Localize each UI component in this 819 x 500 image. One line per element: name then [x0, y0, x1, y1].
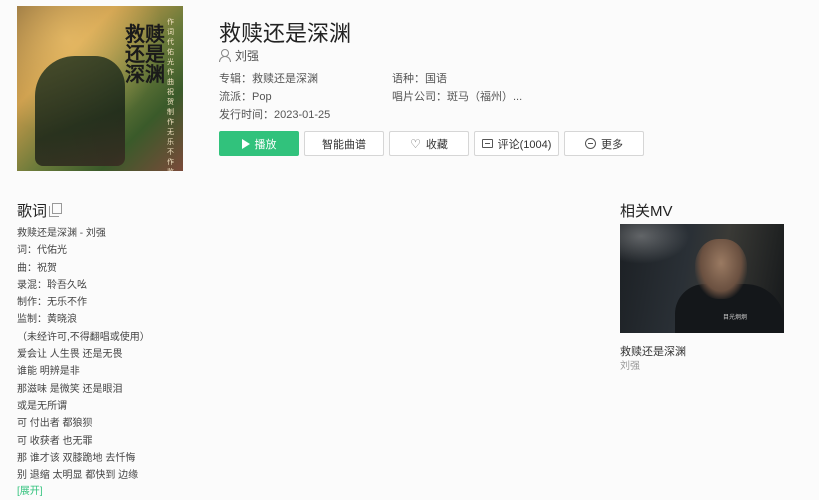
- comment-icon: [481, 139, 493, 148]
- lyric-line: 那滋味 是微笑 还是眼泪: [17, 383, 123, 395]
- play-label: 播放: [254, 138, 277, 151]
- lyric-line: 监制：黄晓浪: [17, 314, 77, 326]
- album-cover[interactable]: 救赎还是深渊 作词 代佑光 作曲 祝贺 制作 无乐不作 监制 黄晓浪: [17, 6, 183, 171]
- cover-credits: 作词 代佑光 作曲 祝贺 制作 无乐不作 监制 黄晓浪: [167, 19, 174, 171]
- lyric-line: 录混：聆吾久吆: [17, 279, 87, 291]
- lyric-line: 可 收获者 也无罪: [17, 435, 93, 447]
- mv-thumb-light: [620, 224, 690, 264]
- meta-record-label: 唱片公司：斑马（福州）...: [392, 88, 522, 104]
- song-title: 救赎还是深渊: [219, 21, 352, 46]
- smart-score-label: 智能曲谱: [322, 138, 366, 151]
- meta-language: 语种：国语: [392, 70, 447, 86]
- lyric-line: 可 付出者 都狼狈: [17, 418, 93, 430]
- meta-genre-value: Pop: [252, 91, 272, 103]
- mv-artist-link[interactable]: 刘强: [620, 357, 640, 372]
- mv-thumb-caption: 目光炯炯: [723, 315, 748, 321]
- meta-album: 专辑：救赎还是深渊: [219, 70, 318, 86]
- meta-album-label: 专辑：: [219, 73, 252, 85]
- meta-language-value: 国语: [425, 73, 447, 85]
- cover-calligraphy: 救赎还是深渊: [125, 22, 165, 86]
- meta-release-date: 发行时间：2023-01-25: [219, 106, 330, 122]
- comment-button[interactable]: 评论(1004): [474, 131, 559, 156]
- meta-record-label-label: 唱片公司：: [392, 91, 447, 103]
- related-mv-heading: 相关MV: [620, 203, 673, 220]
- lyrics-body: 救赎还是深渊 - 刘强 词：代佑光 曲：祝贺 录混：聆吾久吆 制作：无乐不作 监…: [17, 225, 417, 484]
- play-button[interactable]: 播放: [219, 131, 299, 156]
- meta-genre: 流派：Pop: [219, 88, 272, 104]
- smart-score-button[interactable]: 智能曲谱: [304, 131, 384, 156]
- meta-language-label: 语种：: [392, 73, 425, 85]
- artist-name[interactable]: 刘强: [235, 47, 259, 64]
- mv-thumbnail[interactable]: 目光炯炯: [620, 224, 784, 333]
- meta-genre-label: 流派：: [219, 91, 252, 103]
- copy-icon[interactable]: [49, 203, 62, 217]
- lyric-line: 词：代佑光: [17, 245, 67, 257]
- more-button[interactable]: 更多: [564, 131, 644, 156]
- lyric-line: 或是无所谓: [17, 400, 67, 412]
- lyric-line: 制作：无乐不作: [17, 297, 87, 309]
- meta-release-value: 2023-01-25: [274, 109, 331, 121]
- lyrics-heading: 歌词: [17, 203, 48, 220]
- favorite-label: 收藏: [425, 138, 448, 151]
- lyric-line: 救赎还是深渊 - 刘强: [17, 228, 106, 239]
- meta-record-label-value: 斑马（福州）...: [447, 91, 523, 103]
- meta-release-label: 发行时间：: [219, 109, 274, 121]
- cover-figure: [35, 56, 125, 166]
- favorite-button[interactable]: ♡ 收藏: [389, 131, 469, 156]
- lyric-line: （未经许可,不得翻唱或使用）: [17, 331, 150, 343]
- meta-album-value[interactable]: 救赎还是深渊: [252, 73, 318, 85]
- artist-link[interactable]: 刘强: [219, 47, 259, 63]
- expand-lyrics-link[interactable]: [展开]: [17, 482, 43, 497]
- lyric-line: 谁能 明辨是非: [17, 366, 80, 378]
- comment-label: 评论(1004): [497, 138, 552, 151]
- heart-icon: ♡: [410, 136, 421, 151]
- lyric-line: 别 退缩 太明显 都快到 边缘: [17, 470, 139, 482]
- user-icon: [219, 49, 231, 62]
- lyric-line: 那 谁才该 双膝跪地 去忏悔: [17, 452, 136, 464]
- play-icon: [241, 138, 250, 149]
- more-icon: [585, 138, 596, 149]
- more-label: 更多: [601, 138, 623, 151]
- lyric-line: 曲：祝贺: [17, 262, 57, 274]
- mv-thumb-face: [695, 239, 747, 299]
- lyric-line: 爱会让 人生畏 还是无畏: [17, 349, 123, 361]
